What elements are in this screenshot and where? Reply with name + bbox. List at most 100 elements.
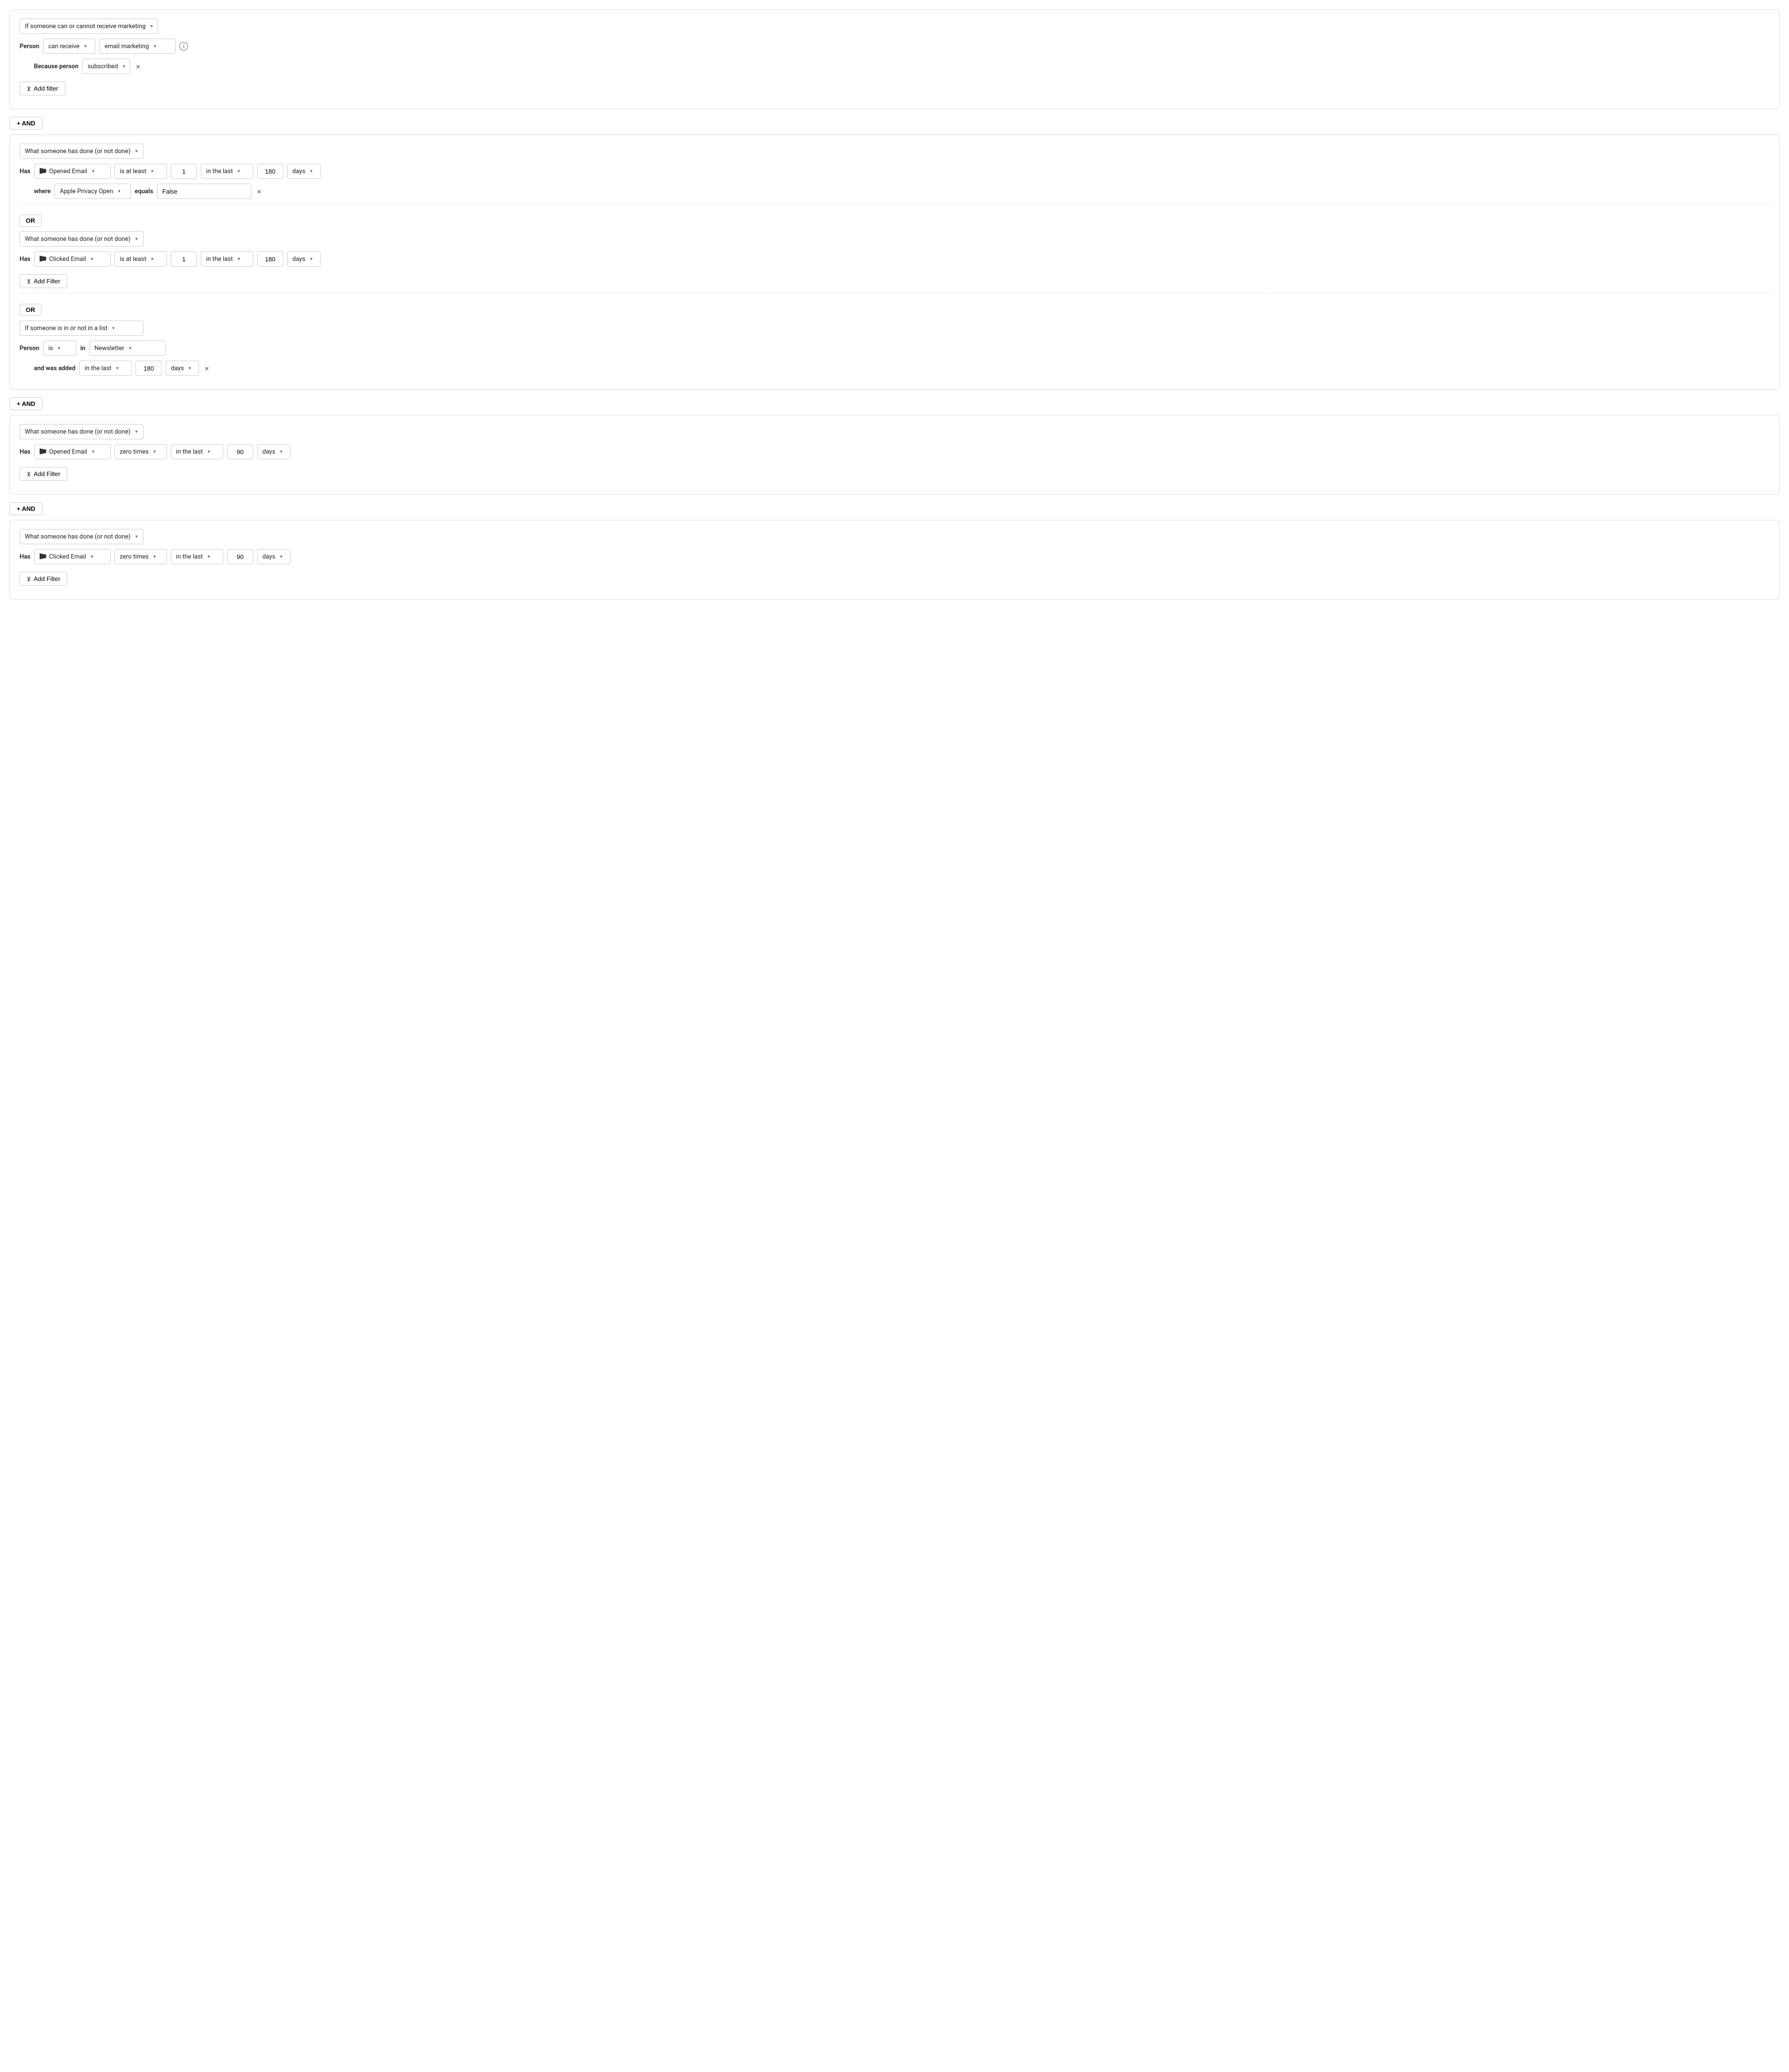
filter-icon-3: ⊻ [27, 471, 31, 477]
block2-value1-input[interactable]: 1 [171, 164, 197, 179]
block2-condition2-dropdown[interactable]: What someone has done (or not done) ▾ [20, 231, 144, 247]
block2-condition1-dropdown[interactable]: What someone has done (or not done) ▾ [20, 144, 144, 159]
or-connector-1[interactable]: OR [20, 215, 42, 227]
and-connector-1[interactable]: + AND [10, 117, 42, 130]
block2-condition3-dropdown[interactable]: If someone is in or not in a list ▾ [20, 321, 144, 336]
flag-icon-3 [40, 448, 46, 455]
block2-time-value1-input[interactable]: 180 [257, 164, 283, 179]
block3-time-qualifier-dropdown[interactable]: in the last ▾ [171, 444, 223, 459]
block2-qualifier2-caret: ▾ [151, 257, 154, 262]
flag-icon-4 [40, 553, 46, 560]
block4-qualifier-caret: ▾ [153, 554, 156, 559]
and1-label: + AND [17, 120, 35, 127]
block2-sub2-add-filter-label: Add Filter [34, 278, 61, 285]
block3-time-unit-dropdown[interactable]: days ▾ [257, 444, 291, 459]
block4-time-value-input[interactable]: 90 [227, 549, 253, 564]
added-remove-icon[interactable]: × [205, 364, 209, 373]
block2-action2-dropdown[interactable]: Clicked Email ▾ [34, 251, 111, 267]
block3-qualifier-dropdown[interactable]: zero times ▾ [114, 444, 167, 459]
block2-time-qualifier1-dropdown[interactable]: in the last ▾ [201, 164, 253, 179]
where-field-dropdown[interactable]: Apple Privacy Open ▾ [54, 184, 131, 199]
block2-action1-dropdown[interactable]: Opened Email ▾ [34, 164, 111, 179]
added-time-qualifier-dropdown[interactable]: in the last ▾ [79, 361, 132, 376]
block2-condition2-label: What someone has done (or not done) [25, 236, 131, 243]
subscribed-dropdown[interactable]: subscribed ▾ [82, 59, 130, 74]
block1-add-filter-button[interactable]: ⊻ Add filter [20, 82, 65, 95]
where-remove-icon[interactable]: × [257, 187, 261, 196]
and-connector-2[interactable]: + AND [10, 397, 42, 410]
block4-time-unit-label: days [262, 553, 275, 560]
filter-icon-4: ⊻ [27, 576, 31, 582]
marketing-type-label: email marketing [104, 43, 149, 50]
block2-time-unit2-caret: ▾ [310, 257, 312, 262]
block2-time-unit1-dropdown[interactable]: days ▾ [287, 164, 321, 179]
block2-qualifier1-dropdown[interactable]: is at least ▾ [114, 164, 167, 179]
block3-time-qualifier-label: in the last [176, 448, 203, 456]
block2-time-unit2-dropdown[interactable]: days ▾ [287, 251, 321, 267]
block2-time-qualifier2-dropdown[interactable]: in the last ▾ [201, 251, 253, 267]
block2-value2-input[interactable]: 1 [171, 251, 197, 267]
block3-action-dropdown[interactable]: Opened Email ▾ [34, 444, 111, 459]
block4-action-dropdown[interactable]: Clicked Email ▾ [34, 549, 111, 564]
added-time-value-input[interactable]: 180 [135, 361, 162, 376]
block2-is-dropdown[interactable]: is ▾ [43, 341, 76, 356]
block2-action1-caret: ▾ [92, 169, 94, 174]
marketing-type-caret: ▾ [154, 44, 156, 49]
filter-icon-2: ⊻ [27, 278, 31, 285]
block1-condition-dropdown[interactable]: If someone can or cannot receive marketi… [20, 19, 158, 34]
block3-has-label: Has [20, 448, 31, 456]
block2-action2-caret: ▾ [91, 257, 94, 262]
marketing-type-dropdown[interactable]: email marketing ▾ [99, 39, 176, 54]
block2-has1-label: Has [20, 168, 31, 175]
block4-qualifier-dropdown[interactable]: zero times ▾ [114, 549, 167, 564]
and-connector-3[interactable]: + AND [10, 502, 42, 515]
and2-label: + AND [17, 400, 35, 407]
added-time-qualifier-label: in the last [84, 365, 111, 372]
where-label: where [34, 188, 51, 195]
block4-has-label: Has [20, 553, 31, 560]
block2-sub2-add-filter-button[interactable]: ⊻ Add Filter [20, 274, 67, 288]
filter-icon: ⊻ [27, 85, 31, 92]
or-connector-2[interactable]: OR [20, 304, 42, 316]
block2-action1-label: Opened Email [49, 168, 87, 175]
or2-label: OR [26, 306, 35, 313]
or-section-2: OR [20, 293, 1769, 321]
person-label: Person [20, 43, 39, 50]
because-label: Because person [34, 63, 78, 70]
block2-sub3: If someone is in or not in a list ▾ Pers… [20, 321, 1769, 376]
block4-add-filter-label: Add Filter [34, 575, 61, 582]
block3-condition-dropdown[interactable]: What someone has done (or not done) ▾ [20, 424, 144, 439]
block4-time-unit-dropdown[interactable]: days ▾ [257, 549, 291, 564]
can-receive-dropdown[interactable]: can receive ▾ [43, 39, 95, 54]
block-2: What someone has done (or not done) ▾ Ha… [10, 135, 1779, 390]
block4-condition-dropdown[interactable]: What someone has done (or not done) ▾ [20, 529, 144, 544]
or-section-1: OR [20, 204, 1769, 231]
block3-time-unit-label: days [262, 448, 275, 456]
block2-qualifier2-dropdown[interactable]: is at least ▾ [114, 251, 167, 267]
block4-time-qualifier-dropdown[interactable]: in the last ▾ [171, 549, 223, 564]
subscribed-remove-icon[interactable]: × [136, 62, 140, 71]
block3-add-filter-label: Add Filter [34, 470, 61, 477]
list-name-dropdown[interactable]: Newsletter ▾ [89, 341, 166, 356]
can-receive-label: can receive [48, 43, 79, 50]
block2-time-unit1-caret: ▾ [310, 169, 312, 174]
block3-condition-caret: ▾ [135, 429, 138, 435]
list-name-label: Newsletter [94, 345, 125, 352]
flag-icon-2 [40, 256, 46, 262]
block3-action-label: Opened Email [49, 448, 87, 456]
block3-time-value-input[interactable]: 90 [227, 444, 253, 459]
block4-add-filter-button[interactable]: ⊻ Add Filter [20, 572, 67, 586]
added-time-unit-dropdown[interactable]: days ▾ [166, 361, 199, 376]
flag-icon-1 [40, 168, 46, 175]
block4-time-unit-caret: ▾ [280, 554, 282, 559]
block2-time-unit2-label: days [292, 256, 305, 263]
subscribed-label: subscribed [87, 63, 118, 70]
block3-qualifier-caret: ▾ [153, 449, 156, 455]
block2-time-value2-input[interactable]: 180 [257, 251, 283, 267]
equals-value-input[interactable]: False [157, 184, 251, 199]
block2-condition3-label: If someone is in or not in a list [25, 325, 107, 332]
block3-add-filter-button[interactable]: ⊻ Add Filter [20, 467, 67, 481]
info-icon[interactable]: i [179, 42, 188, 51]
block3-action-caret: ▾ [92, 449, 94, 455]
block4-qualifier-label: zero times [120, 553, 149, 560]
